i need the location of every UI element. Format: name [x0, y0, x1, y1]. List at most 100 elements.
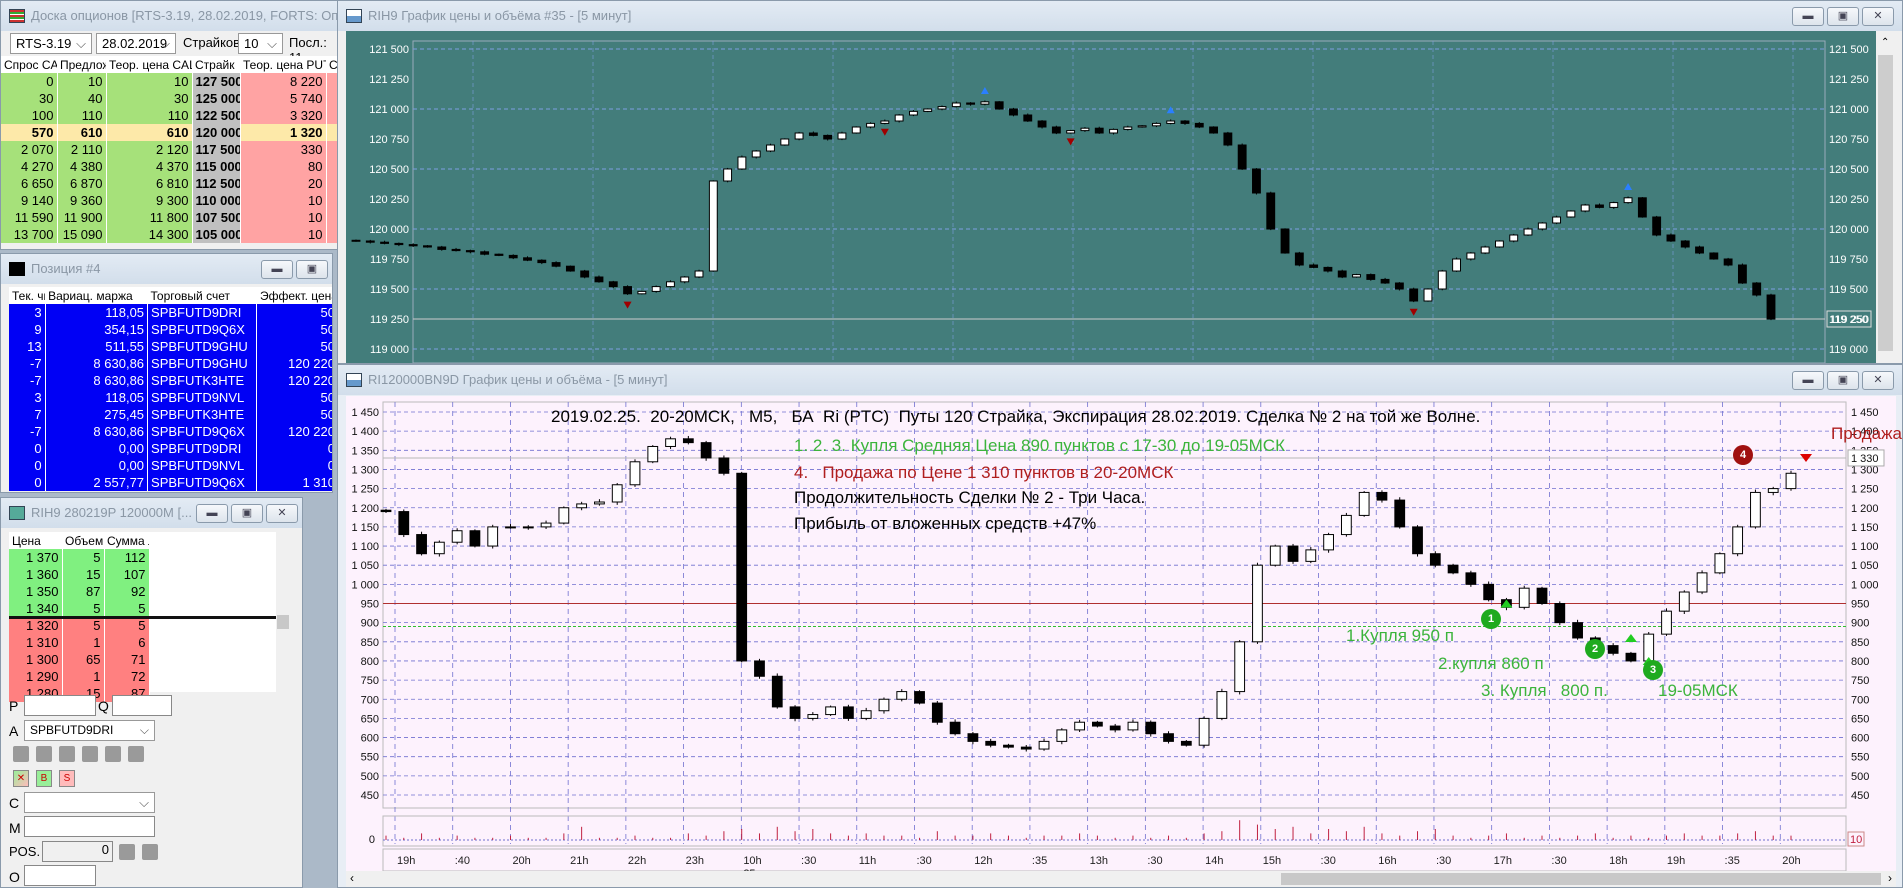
bid-row[interactable]: 1 320 5 5	[9, 617, 150, 634]
column-header[interactable]: Страйк	[192, 56, 240, 73]
bottom-candle[interactable]	[1625, 652, 1637, 662]
top-candle[interactable]	[723, 168, 733, 182]
top-chart-scrollbar[interactable]: ⌃	[1876, 31, 1895, 363]
top-candle[interactable]	[1552, 216, 1562, 224]
top-candle[interactable]	[880, 120, 890, 124]
top-candle[interactable]	[1452, 258, 1461, 272]
bottom-candle[interactable]	[433, 541, 445, 555]
option-row[interactable]: 9 140 9 360 9 300 110 000 10	[1, 192, 339, 209]
top-candle[interactable]	[837, 132, 847, 140]
top-candle[interactable]	[494, 253, 504, 256]
bottom-candle[interactable]	[1127, 721, 1139, 731]
bid-row[interactable]: 1 310 1 6	[9, 634, 150, 651]
bottom-candle[interactable]	[718, 457, 730, 474]
top-candle[interactable]	[1023, 114, 1033, 122]
top-candle[interactable]	[1666, 234, 1676, 242]
bottom-candle[interactable]	[398, 511, 410, 536]
top-candle[interactable]	[1180, 120, 1190, 124]
top-candle[interactable]	[794, 132, 804, 140]
bottom-candle[interactable]	[1198, 717, 1210, 746]
column-header[interactable]: Цена	[9, 532, 62, 549]
bottom-candle[interactable]	[540, 522, 552, 528]
option-row[interactable]: 01010127 5008 2208	[1, 73, 339, 90]
bottom-candle[interactable]	[1732, 526, 1744, 555]
top-candle[interactable]	[365, 240, 375, 243]
bottom-candle[interactable]	[1340, 514, 1352, 536]
top-price-chart[interactable]: 121 500 121 500 121 250 121 250 121 000 121 0…	[346, 31, 1876, 364]
bid-row[interactable]: 1 300 65 71	[9, 651, 150, 668]
bottom-candle[interactable]	[878, 698, 890, 712]
position-row[interactable]: 9354,15SPBFUTD9Q6X50	[9, 321, 332, 338]
top-candle[interactable]	[908, 110, 918, 116]
top-candle[interactable]	[508, 254, 518, 259]
bottom-candle[interactable]	[1163, 733, 1174, 742]
bottom-candle[interactable]	[1109, 725, 1121, 731]
minimize-button[interactable]: ▬	[261, 260, 293, 279]
bottom-candle[interactable]	[1750, 491, 1761, 528]
option-row[interactable]: 11 590 11 900 11 800 107 500 10	[1, 209, 339, 226]
top-candle[interactable]	[708, 180, 718, 272]
top-candle[interactable]	[1723, 258, 1733, 266]
position-row[interactable]: -7 8 630,86 SPBFUTD9GHU 120 220	[9, 355, 332, 372]
bottom-candle[interactable]	[1145, 721, 1157, 735]
top-candle[interactable]	[1423, 288, 1433, 302]
position-row[interactable]: 13511,55SPBFUTD9GHU50	[9, 338, 332, 355]
bottom-candle[interactable]	[931, 702, 943, 723]
position-row[interactable]: 00,00SPBFUTD9DRI0	[9, 440, 332, 457]
action-button[interactable]	[13, 746, 29, 762]
bottom-candle[interactable]	[1554, 603, 1566, 624]
top-candle[interactable]	[866, 122, 875, 128]
pos-button[interactable]	[142, 844, 158, 860]
position-row[interactable]: -7 8 630,86 SPBFUTD9Q6X 120 220	[9, 423, 332, 440]
bottom-candle[interactable]	[1056, 729, 1068, 742]
price-input[interactable]	[24, 695, 96, 716]
action-button[interactable]	[128, 746, 144, 762]
top-chart-area[interactable]: 121 500 121 500 121 250 121 250 121 000 121 0…	[346, 31, 1876, 364]
top-candle[interactable]	[1209, 126, 1219, 134]
top-candle[interactable]	[580, 270, 590, 278]
top-candle[interactable]	[1566, 210, 1576, 218]
maximize-button[interactable]: ▣	[231, 504, 263, 523]
top-candle[interactable]	[1166, 120, 1176, 124]
top-candle[interactable]	[1709, 252, 1719, 260]
top-candle[interactable]	[1380, 278, 1390, 284]
bottom-candle[interactable]	[1180, 740, 1192, 746]
top-candle[interactable]	[808, 132, 818, 136]
ask-row[interactable]: 1 370 5 112	[9, 549, 150, 566]
top-candle[interactable]	[608, 281, 618, 288]
bottom-candle[interactable]	[1607, 645, 1619, 654]
strikes-select[interactable]: 10 ⌵	[238, 33, 283, 54]
bottom-candle[interactable]	[451, 530, 463, 543]
top-candle[interactable]	[394, 242, 404, 246]
top-candle[interactable]	[766, 144, 775, 152]
top-candle[interactable]	[1309, 264, 1319, 268]
column-header[interactable]: Теор. цена PUT	[240, 56, 326, 73]
bottom-candle[interactable]	[1394, 499, 1406, 528]
top-candle[interactable]	[1337, 270, 1347, 278]
top-candle[interactable]	[1294, 252, 1304, 266]
bottom-candle[interactable]	[700, 442, 712, 459]
top-candle[interactable]	[1509, 234, 1519, 242]
ask-row[interactable]: 1 350 87 92	[9, 583, 150, 600]
column-header[interactable]: Тек. чист. поз.	[9, 287, 46, 304]
bottom-candle[interactable]	[505, 526, 516, 529]
top-candle[interactable]	[408, 244, 418, 247]
top-candle[interactable]	[666, 281, 675, 288]
bottom-candle[interactable]	[789, 706, 801, 719]
top-candle[interactable]	[1237, 144, 1247, 170]
bottom-candle[interactable]	[1038, 740, 1050, 750]
option-row[interactable]: 570610610120 0001 3201	[1, 124, 339, 141]
close-button[interactable]: ✕	[266, 504, 298, 523]
bid-row[interactable]: 1 290 1 72	[9, 668, 150, 685]
top-candle[interactable]	[980, 101, 990, 105]
position-row[interactable]: 00,00SPBFUTD9NVL0	[9, 457, 332, 474]
bottom-candle[interactable]	[647, 445, 659, 463]
bottom-candle[interactable]	[843, 706, 854, 719]
maximize-button[interactable]: ▣	[1827, 371, 1859, 390]
bottom-candle[interactable]	[522, 526, 534, 529]
position-titlebar[interactable]: Позиция #4 ▬ ▣	[1, 254, 332, 284]
top-candle[interactable]	[1066, 130, 1076, 134]
top-candle[interactable]	[1252, 168, 1261, 194]
sell-stop-button[interactable]	[82, 746, 98, 762]
bottom-candle[interactable]	[985, 740, 997, 746]
